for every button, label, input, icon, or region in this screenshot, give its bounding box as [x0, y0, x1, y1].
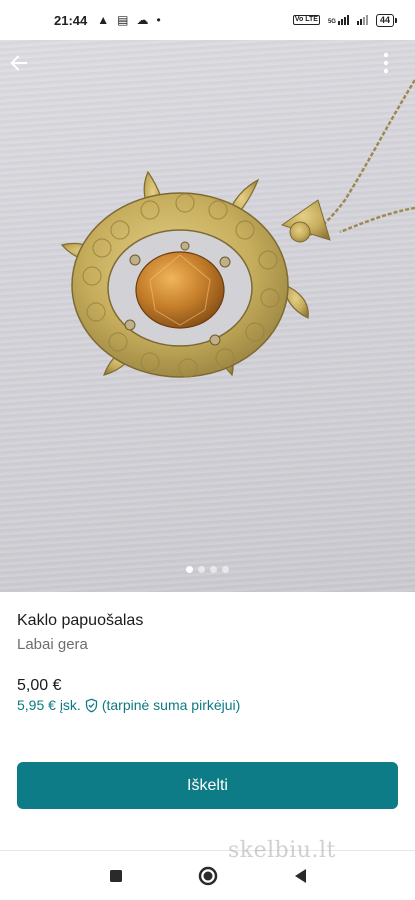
buyer-total: 5,95 € įsk. — [17, 697, 81, 713]
divider — [0, 850, 415, 851]
arrow-left-icon — [10, 55, 28, 71]
buyer-note: (tarpinė suma pirkėjui) — [101, 697, 241, 713]
triangle-left-icon — [294, 869, 306, 883]
more-vertical-icon — [383, 52, 389, 74]
volte-icon: Vo LTE — [292, 15, 320, 25]
cloud-icon: ☁ — [136, 13, 149, 27]
battery-icon: 44 — [375, 13, 397, 27]
system-nav-bar — [0, 852, 415, 900]
calendar-icon: ▤ — [117, 13, 129, 27]
status-bar: 21:44 ▲ ▤ ☁ • Vo LTE 5G 44 — [0, 0, 415, 40]
nav-home-button[interactable] — [197, 865, 219, 887]
listing-title: Kaklo papuošalas — [17, 612, 144, 629]
battery-level: 44 — [375, 13, 394, 27]
bump-button[interactable]: Iškelti — [17, 762, 398, 809]
shield-check-icon — [85, 698, 97, 712]
nav-back-button[interactable] — [289, 865, 311, 887]
back-button[interactable] — [8, 52, 38, 82]
status-time: 21:44 — [54, 12, 88, 28]
carousel-dot[interactable] — [198, 566, 205, 573]
necklace-image — [60, 79, 415, 378]
more-options-button[interactable] — [383, 52, 405, 82]
circle-icon — [198, 866, 217, 886]
square-icon — [109, 870, 122, 882]
more-dots-icon: • — [156, 13, 161, 27]
carousel-dot[interactable] — [222, 566, 229, 573]
carousel-dot[interactable] — [210, 566, 217, 573]
carousel-indicator — [0, 566, 415, 573]
warning-icon: ▲ — [97, 13, 110, 27]
network-label: 5G — [327, 19, 336, 25]
status-right: Vo LTE 5G 44 — [292, 13, 397, 27]
listing-photo[interactable] — [0, 40, 415, 592]
signal-icon-2 — [356, 15, 368, 25]
buyer-total-row[interactable]: 5,95 € įsk. (tarpinė suma pirkėjui) — [17, 697, 240, 713]
carousel-dot[interactable] — [186, 566, 193, 573]
listing-condition: Labai gera — [17, 636, 88, 653]
nav-recents-button[interactable] — [105, 865, 127, 887]
signal-icon: 5G — [328, 15, 349, 25]
listing-price: 5,00 € — [17, 677, 62, 694]
